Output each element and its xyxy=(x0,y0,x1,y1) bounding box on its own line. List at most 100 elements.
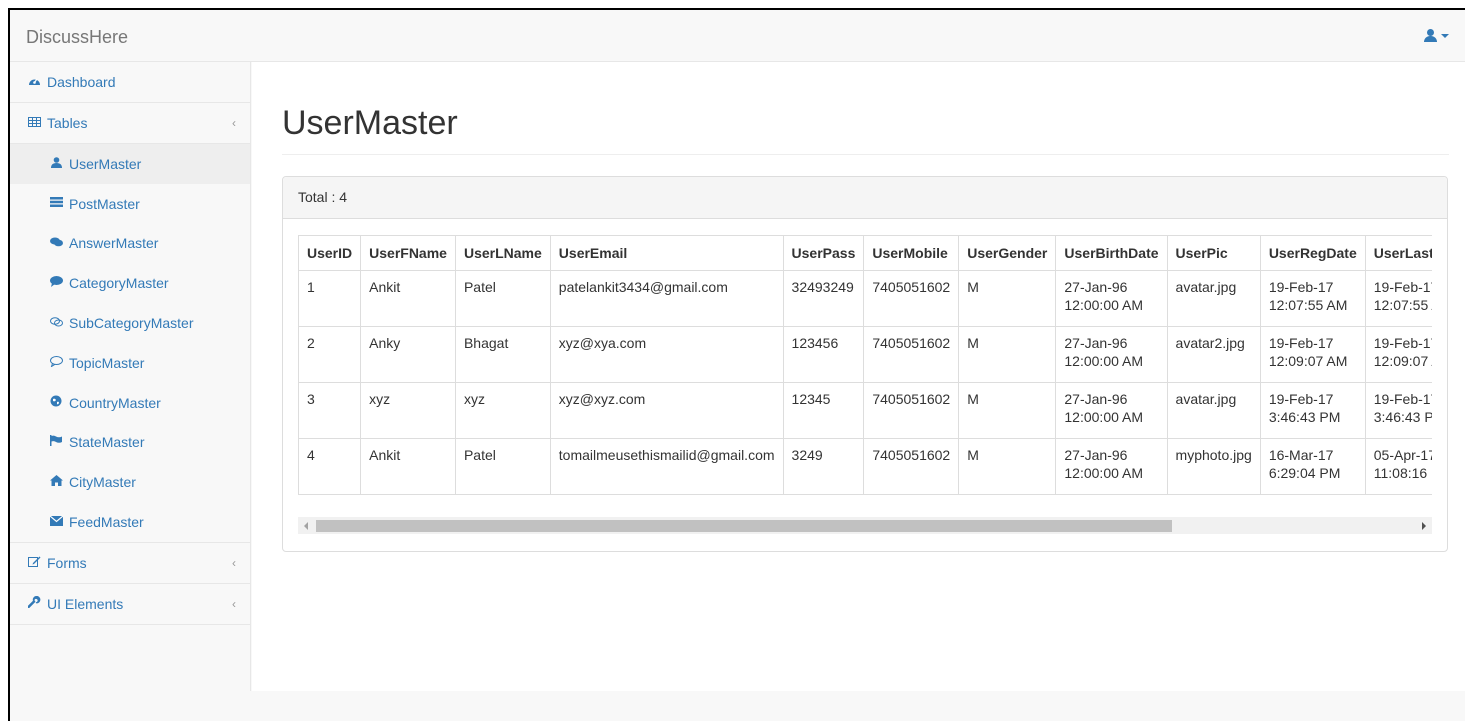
cell-userlastlogin: 05-Apr-1711:08:16 PM xyxy=(1364,438,1432,495)
app-frame: DiscussHere Dashboard Tables ‹ UserMaste… xyxy=(8,8,1465,721)
sidebar-item-label: Tables xyxy=(47,115,88,131)
globe-icon xyxy=(48,395,64,410)
user-icon xyxy=(48,157,64,171)
cell-userpic: avatar2.jpg xyxy=(1166,326,1261,383)
cell-usergender: M xyxy=(958,270,1057,327)
top-navbar: DiscussHere xyxy=(10,10,1465,62)
cell-usermobile: 7405051602 xyxy=(863,270,960,327)
sidebar-item-dashboard[interactable]: Dashboard xyxy=(10,62,250,103)
sidebar-item-label: FeedMaster xyxy=(69,514,144,531)
cell-userpic: myphoto.jpg xyxy=(1166,438,1261,495)
cell-userfname: Ankit xyxy=(360,270,456,327)
sidebar-item-topicmaster[interactable]: TopicMaster xyxy=(10,343,250,383)
sidebar-item-label: TopicMaster xyxy=(69,354,145,371)
user-icon xyxy=(1424,29,1437,42)
cell-userregdate: 16-Mar-17 6:29:04 PM xyxy=(1259,438,1366,495)
column-header: UserEmail xyxy=(549,235,784,271)
caret-down-icon xyxy=(1441,33,1449,38)
sidebar-item-feedmaster[interactable]: FeedMaster xyxy=(10,502,250,542)
scroll-right-arrow-icon[interactable] xyxy=(1422,522,1426,530)
sidebar-item-label: SubCategoryMaster xyxy=(69,315,194,332)
scroll-left-arrow-icon[interactable] xyxy=(304,522,308,530)
sidebar-item-answermaster[interactable]: AnswerMaster xyxy=(10,224,250,264)
cell-userlname: Patel xyxy=(454,270,551,327)
table-row: 4 Ankit Patel tomailmeusethismailid@gmai… xyxy=(298,438,1432,495)
home-icon xyxy=(48,475,64,489)
column-header: UserLName xyxy=(454,235,551,271)
cell-userregdate: 19-Feb-17 12:09:07 AM xyxy=(1259,326,1366,383)
cell-userfname: Anky xyxy=(360,326,456,383)
sidebar-item-statemaster[interactable]: StateMaster xyxy=(10,423,250,463)
chevron-left-icon: ‹ xyxy=(232,116,236,130)
sidebar-item-categorymaster[interactable]: CategoryMaster xyxy=(10,263,250,303)
sidebar-item-label: Dashboard xyxy=(47,74,116,90)
cell-userpic: avatar.jpg xyxy=(1166,382,1261,439)
cell-userpass: 3249 xyxy=(782,438,865,495)
horizontal-scrollbar[interactable] xyxy=(298,517,1432,534)
comments-outline-icon xyxy=(48,316,64,330)
flag-icon xyxy=(48,435,64,449)
tasks-icon xyxy=(48,197,64,210)
data-panel: Total : 4 UserID UserFName UserLName Use… xyxy=(282,176,1448,552)
column-header: UserID xyxy=(298,235,362,271)
dashboard-icon xyxy=(26,75,42,89)
table-row: 2 Anky Bhagat xyz@xya.com 123456 7405051… xyxy=(298,326,1432,383)
cell-userlastlogin: 19-Feb-1712:09:07 AM xyxy=(1364,326,1432,383)
sidebar-item-tables[interactable]: Tables ‹ xyxy=(10,103,250,144)
sidebar-item-subcategorymaster[interactable]: SubCategoryMaster xyxy=(10,303,250,343)
cell-useremail: tomailmeusethismailid@gmail.com xyxy=(549,438,784,495)
tables-submenu: UserMaster PostMaster AnswerMaster Categ… xyxy=(10,144,250,543)
sidebar-item-postmaster[interactable]: PostMaster xyxy=(10,184,250,224)
column-header: UserRegDate xyxy=(1259,235,1366,271)
edit-icon xyxy=(26,555,42,570)
cell-userid: 2 xyxy=(298,326,362,383)
cell-userbirthdate: 27-Jan-96 12:00:00 AM xyxy=(1055,382,1168,439)
cell-usergender: M xyxy=(958,382,1057,439)
user-menu-dropdown[interactable] xyxy=(1424,29,1449,42)
sidebar-item-label: CategoryMaster xyxy=(69,275,169,292)
table-scroll-container[interactable]: UserID UserFName UserLName UserEmail Use… xyxy=(298,235,1432,535)
comment-outline-icon xyxy=(48,355,64,370)
page-title: UserMaster xyxy=(282,104,458,142)
cell-userlastlogin: 19-Feb-1712:07:55 AM xyxy=(1364,270,1432,327)
cell-usermobile: 7405051602 xyxy=(863,326,960,383)
wrench-icon xyxy=(26,596,42,611)
cell-userbirthdate: 27-Jan-96 12:00:00 AM xyxy=(1055,438,1168,495)
column-header: UserGender xyxy=(958,235,1057,271)
sidebar-item-label: StateMaster xyxy=(69,434,145,451)
cell-userpass: 12345 xyxy=(782,382,865,439)
sidebar: Dashboard Tables ‹ UserMaster PostMaster xyxy=(10,62,251,691)
page-content: UserMaster Total : 4 UserID UserFName Us… xyxy=(252,62,1465,691)
cell-useremail: patelankit3434@gmail.com xyxy=(549,270,784,327)
user-table: UserID UserFName UserLName UserEmail Use… xyxy=(298,235,1432,495)
sidebar-item-countrymaster[interactable]: CountryMaster xyxy=(10,383,250,423)
comment-icon xyxy=(48,276,64,290)
sidebar-item-label: UserMaster xyxy=(69,155,142,172)
sidebar-item-forms[interactable]: Forms ‹ xyxy=(10,543,250,584)
column-header: UserMobile xyxy=(863,235,960,271)
table-row: 3 xyz xyz xyz@xyz.com 12345 7405051602 M… xyxy=(298,382,1432,439)
table-header-row: UserID UserFName UserLName UserEmail Use… xyxy=(298,235,1432,271)
column-header: UserPic xyxy=(1166,235,1261,271)
scrollbar-thumb[interactable] xyxy=(316,520,1172,532)
sidebar-item-label: CityMaster xyxy=(69,474,136,491)
cell-usergender: M xyxy=(958,326,1057,383)
cell-usermobile: 7405051602 xyxy=(863,382,960,439)
chevron-left-icon: ‹ xyxy=(232,596,236,611)
cell-userregdate: 19-Feb-17 12:07:55 AM xyxy=(1259,270,1366,327)
column-header: UserBirthDate xyxy=(1055,235,1168,271)
cell-userid: 3 xyxy=(298,382,362,439)
sidebar-item-ui-elements[interactable]: UI Elements ‹ xyxy=(10,584,250,625)
table-icon xyxy=(26,116,42,130)
brand-link[interactable]: DiscussHere xyxy=(26,27,128,48)
cell-userfname: Ankit xyxy=(360,438,456,495)
column-header: UserPass xyxy=(782,235,865,271)
sidebar-item-citymaster[interactable]: CityMaster xyxy=(10,462,250,502)
cell-userfname: xyz xyxy=(360,382,456,439)
cell-usermobile: 7405051602 xyxy=(863,438,960,495)
envelope-icon xyxy=(48,515,64,529)
sidebar-item-usermaster[interactable]: UserMaster xyxy=(10,144,250,184)
cell-userpass: 32493249 xyxy=(782,270,865,327)
divider xyxy=(282,154,1449,155)
chevron-left-icon: ‹ xyxy=(232,555,236,570)
